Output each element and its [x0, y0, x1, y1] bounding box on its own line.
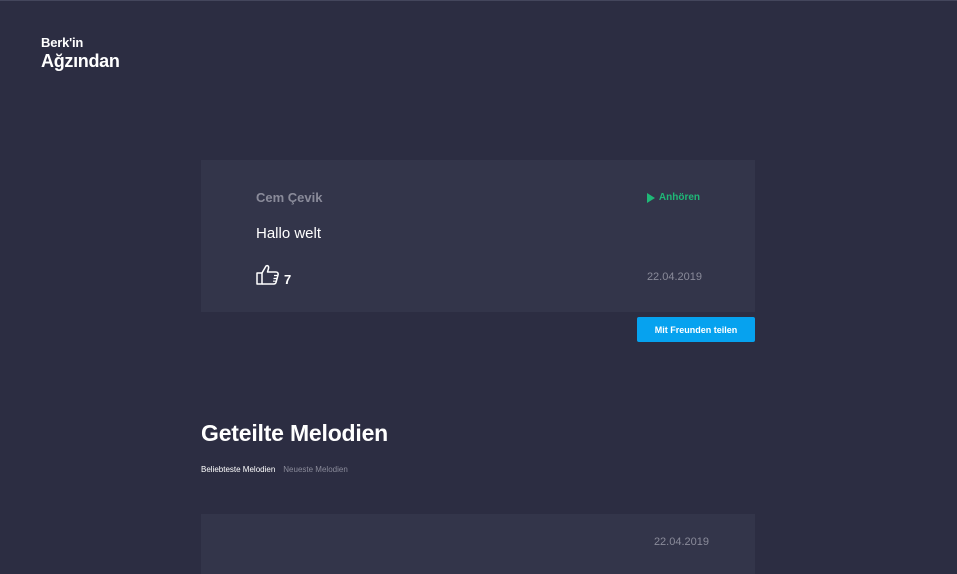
play-icon: [646, 192, 655, 203]
listen-button[interactable]: Anhören: [646, 192, 700, 203]
like-count: 7: [284, 271, 292, 287]
logo-line-1: Berk'in: [41, 35, 84, 50]
like-button[interactable]: 7: [256, 264, 291, 291]
post-date: 22.04.2019: [646, 271, 702, 283]
logo[interactable]: Berk'in Ağzından: [41, 36, 120, 70]
tab-newest[interactable]: Neueste Melodien: [283, 465, 347, 474]
tab-most-popular[interactable]: Beliebteste Melodien: [201, 465, 275, 474]
post-message: Hallo welt: [256, 225, 322, 242]
listen-label: Anhören: [658, 192, 700, 203]
top-border: [0, 0, 957, 1]
melody-card: 22.04.2019: [201, 514, 755, 574]
melody-tabs: Beliebteste Melodien Neueste Melodien: [201, 465, 348, 474]
share-with-friends-button[interactable]: Mit Freunden teilen: [637, 317, 755, 342]
thumbs-up-icon: [256, 264, 280, 291]
logo-line-2: Ağzından: [41, 51, 120, 71]
post-card: Cem Çevik Anhören Hallo welt 7 22.04.201…: [201, 160, 755, 312]
melody-date: 22.04.2019: [653, 536, 709, 548]
section-title: Geteilte Melodien: [201, 420, 389, 446]
post-author: Cem Çevik: [256, 190, 323, 205]
